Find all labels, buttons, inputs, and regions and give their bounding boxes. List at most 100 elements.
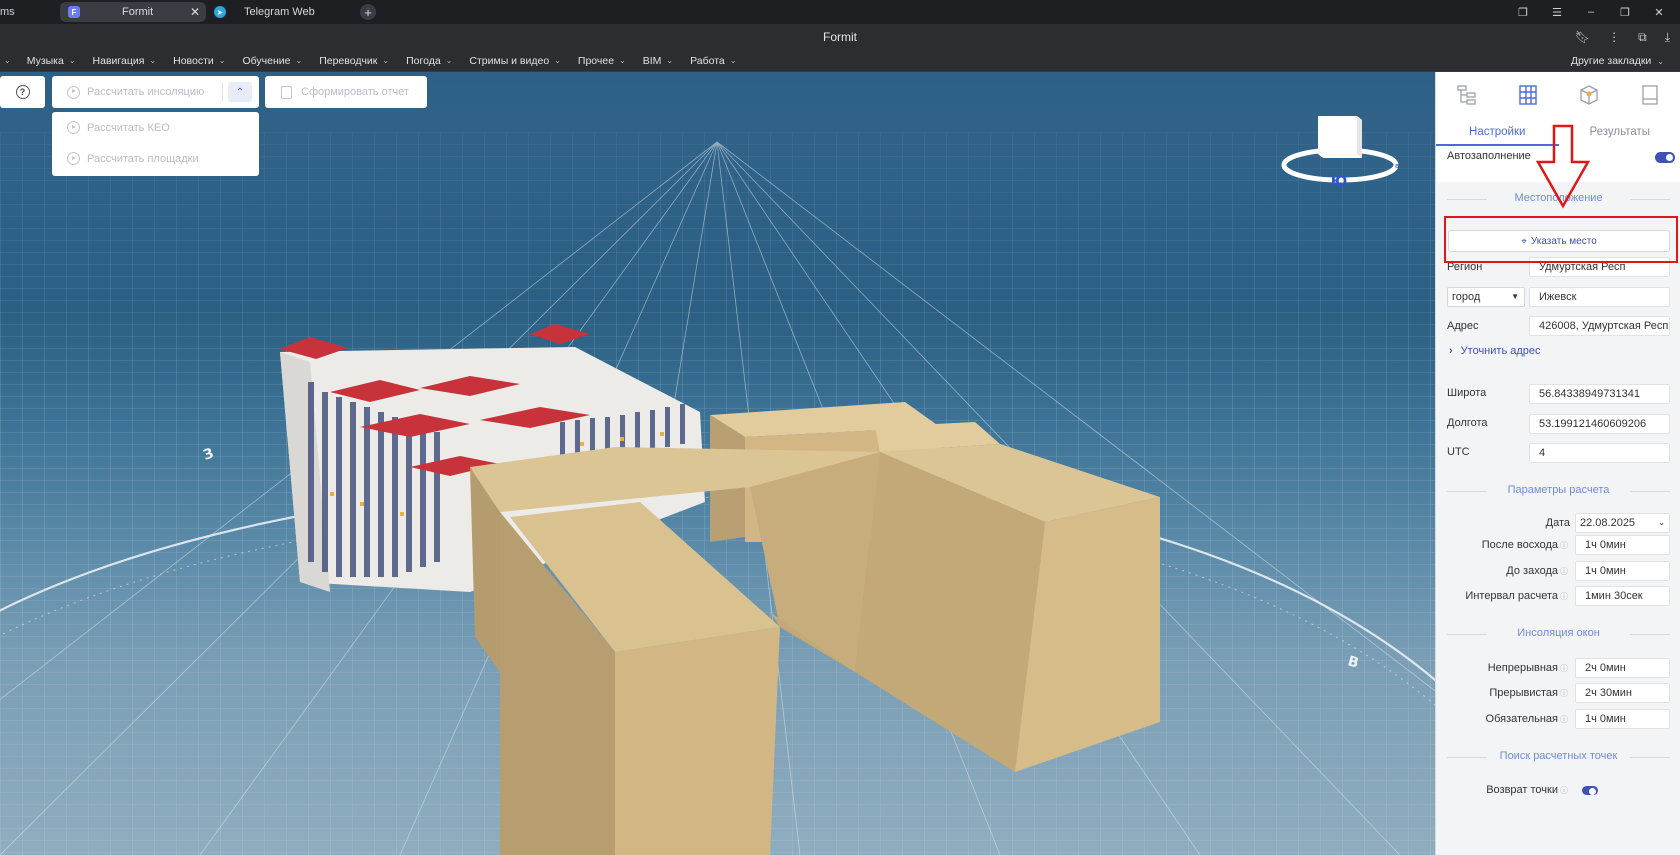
tab-label: ms [0,6,15,18]
date-field[interactable]: 22.08.2025 ⌄ [1575,513,1670,533]
bookmark-label: Музыка [26,54,64,67]
mandatory-label: Обязательная ⓘ [1486,713,1568,725]
massing-volumes [470,402,1160,855]
info-icon[interactable]: ⓘ [1560,567,1568,576]
chevron-down-icon: ⌄ [1658,518,1665,527]
chevron-down-icon: ⌄ [295,56,303,65]
chevron-down-icon[interactable]: ⌄ [4,56,11,65]
calc-insolation-button[interactable]: Рассчитать инсоляцию ⌃ [52,76,259,108]
menu-item-calc-areas[interactable]: Рассчитать площадки [52,143,259,174]
document-icon [281,85,292,99]
page-title: Formit [823,30,857,44]
generate-report-button[interactable]: Сформировать отчет [265,76,427,108]
chevron-down-icon: ⌄ [729,56,737,65]
interrupted-field[interactable]: 2ч 30мин [1575,683,1670,703]
label-text: Обязательная [1485,713,1558,725]
tab-formit[interactable]: F Formit ✕ [60,2,206,22]
browser-tab-strip: ms F Formit ✕ ➤ Telegram Web + ❐ ☰ – ❐ ✕ [0,0,1680,24]
grid-window-icon[interactable] [1515,82,1541,108]
bookmark-icon[interactable]: 🔖︎ [1575,30,1590,44]
3d-viewport[interactable]: З В ? Рассчитать инсоляцию ⌃ Сформироват… [0,72,1435,855]
info-icon[interactable]: ⓘ [1560,786,1568,795]
latitude-field[interactable]: 56.84338949731341 [1529,384,1670,404]
bookmark-label: Работа [690,54,725,67]
menu-icon[interactable]: ☰ [1550,6,1564,19]
bookmark-label: Стримы и видео [469,54,550,67]
latitude-label: Широта [1447,387,1487,399]
compass-south-label: Ю [1331,174,1347,188]
download-icon[interactable]: ⤓ [1665,30,1670,45]
tabs-overview-icon[interactable]: ❐ [1516,6,1530,19]
mandatory-field[interactable]: 1ч 0мин [1575,709,1670,729]
extensions-icon[interactable]: ⧉ [1638,30,1647,45]
view-cube[interactable]: Ю в [1275,108,1405,190]
address-field[interactable]: 426008, Удмуртская Респ [1529,316,1670,336]
section-label: Инсоляция окон [1517,627,1600,639]
return-point-toggle[interactable] [1582,786,1598,795]
bookmark-folder[interactable]: BIM ⌄ [643,55,673,67]
return-point-label: Возврат точки ⓘ [1486,784,1568,796]
window-title-bar: Formit 🔖︎ ⋮ ⧉ ⤓ [0,24,1680,50]
bookmark-folder[interactable]: Переводчик ⌄ [319,55,389,67]
info-icon[interactable]: ⓘ [1560,664,1568,673]
other-bookmarks[interactable]: Другие закладки ⌄ [1571,50,1664,72]
tab-previous[interactable]: ms [0,2,52,22]
info-icon[interactable]: ⓘ [1560,715,1568,724]
bookmark-label: Обучение [242,54,291,67]
bookmark-label: Прочее [577,54,615,67]
refine-address-link[interactable]: › Уточнить адрес [1449,345,1541,357]
new-tab-button[interactable]: + [360,4,376,20]
after-sunrise-field[interactable]: 1ч 0мин [1575,535,1670,555]
bookmark-label: BIM [642,54,662,67]
tree-structure-icon[interactable] [1454,82,1480,108]
refine-address-label: Уточнить адрес [1460,345,1541,357]
report-label: Сформировать отчет [301,86,410,98]
autofill-label: Автозаполнение [1447,150,1531,162]
tab-label: Formit [122,6,154,18]
report-page-icon[interactable] [1637,82,1663,108]
minimize-icon[interactable]: – [1584,6,1598,18]
info-icon[interactable]: ⓘ [1560,689,1568,698]
longitude-label: Долгота [1447,417,1488,429]
city-field[interactable]: Ижевск [1529,287,1670,307]
bookmark-folder[interactable]: Обучение ⌄ [242,55,302,67]
bookmark-folder[interactable]: Прочее ⌄ [578,55,626,67]
before-sunset-field[interactable]: 1ч 0мин [1575,561,1670,581]
bookmark-label: Другие закладки [1570,55,1652,67]
longitude-field[interactable]: 53.199121460609206 [1529,414,1670,434]
chevron-up-icon[interactable]: ⌃ [228,82,252,102]
bookmark-folder[interactable]: Музыка ⌄ [27,55,76,67]
autofill-toggle[interactable] [1655,152,1675,163]
sun-box-icon[interactable] [1576,82,1602,108]
info-icon[interactable]: ⓘ [1560,541,1568,550]
chevron-down-icon: ⌄ [218,56,226,65]
help-button[interactable]: ? [0,76,45,108]
bookmark-folder[interactable]: Новости ⌄ [173,55,225,67]
restore-icon[interactable]: ❐ [1618,6,1632,19]
bookmark-folder[interactable]: Погода ⌄ [406,55,452,67]
bookmark-folder[interactable]: Стримы и видео ⌄ [469,55,561,67]
chevron-down-icon: ⌄ [1657,56,1664,66]
bookmark-folder[interactable]: Навигация ⌄ [93,55,157,67]
more-options-icon[interactable]: ⋮ [1608,30,1620,44]
play-icon [67,121,80,134]
chevron-down-icon: ⌄ [554,56,561,65]
window-controls: ❐ ☰ – ❐ ✕ [1516,0,1680,24]
tab-telegram[interactable]: ➤ Telegram Web [206,2,356,22]
menu-item-calc-keo[interactable]: Рассчитать КЕО [52,112,259,143]
settlement-type-select[interactable]: город ▼ [1447,287,1525,307]
close-tab-icon[interactable]: ✕ [190,5,200,19]
interval-field[interactable]: 1мин 30сек [1575,586,1670,606]
bookmark-folder[interactable]: Работа ⌄ [690,55,736,67]
info-icon[interactable]: ⓘ [1560,592,1568,601]
label-text: Интервал расчета [1465,590,1558,602]
close-window-icon[interactable]: ✕ [1652,6,1666,19]
utc-label: UTC [1447,446,1470,458]
label-text: Непрерывная [1487,662,1558,674]
building-model [280,324,1160,855]
continuous-label: Непрерывная ⓘ [1488,662,1568,674]
settlement-type-value: город [1452,291,1481,303]
continuous-field[interactable]: 2ч 0мин [1575,658,1670,678]
chevron-down-icon: ▼ [1511,292,1519,301]
utc-field[interactable]: 4 [1529,443,1670,463]
